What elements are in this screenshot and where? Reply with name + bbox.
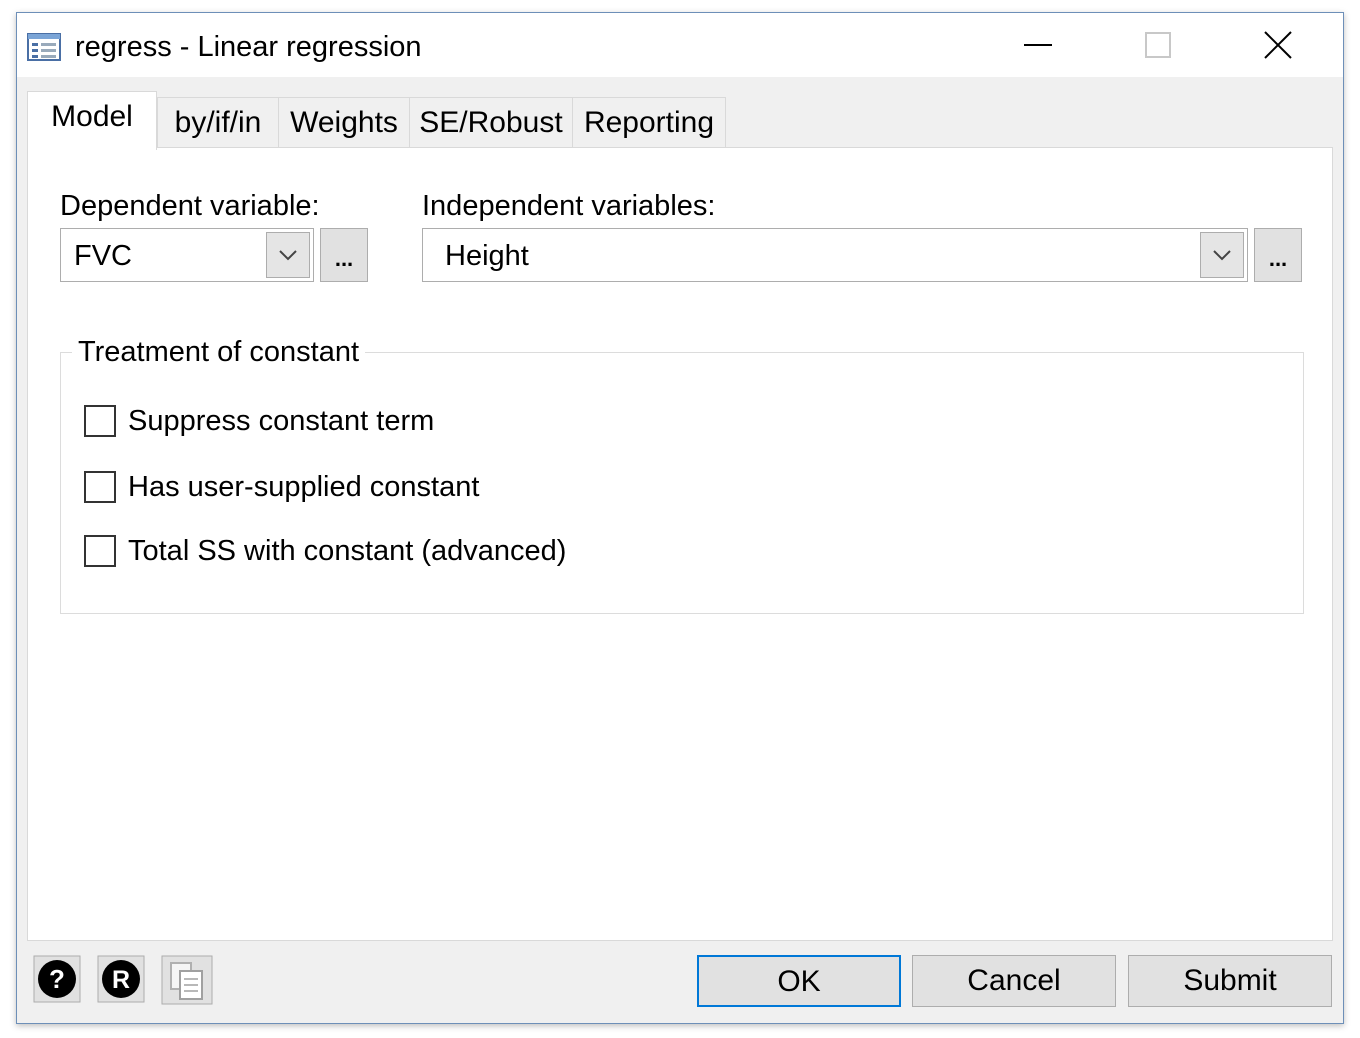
suppress-constant-label: Suppress constant term [128,405,435,437]
group-title: Treatment of constant [72,334,366,370]
total-ss-checkbox[interactable] [84,535,116,567]
cancel-button[interactable]: Cancel [912,955,1116,1007]
dependent-browse-button[interactable]: ... [320,228,368,282]
user-supplied-constant-checkbox[interactable] [84,471,116,503]
model-panel: Dependent variable: FVC ... Independent … [27,147,1333,941]
suppress-constant-checkbox[interactable] [84,405,116,437]
dependent-variable-combo[interactable]: FVC [60,228,314,282]
dependent-dropdown-button[interactable] [266,232,310,278]
minimize-icon [1024,44,1052,46]
maximize-button[interactable] [1102,13,1214,77]
chevron-down-icon [1213,250,1231,261]
total-ss-label: Total SS with constant (advanced) [128,535,567,567]
submit-button[interactable]: Submit [1128,955,1332,1007]
tab-weights[interactable]: Weights [278,97,410,148]
copy-command-icon[interactable] [161,955,213,1005]
maximize-icon [1145,32,1171,58]
tab-se-robust[interactable]: SE/Robust [409,97,573,148]
ok-button[interactable]: OK [697,955,901,1007]
close-icon [1264,31,1292,59]
independent-browse-button[interactable]: ... [1254,228,1302,282]
svg-text:R: R [112,966,130,994]
dependent-variable-value: FVC [74,240,132,272]
independent-variables-value: Height [445,240,529,272]
tab-model[interactable]: Model [27,91,157,150]
window-title: regress - Linear regression [75,31,422,63]
independent-variables-combo[interactable]: Height [422,228,1248,282]
independent-dropdown-button[interactable] [1200,232,1244,278]
independent-variables-label: Independent variables: [422,190,716,222]
tab-by-if-in[interactable]: by/if/in [157,97,279,148]
close-button[interactable] [1222,13,1334,77]
regress-dialog: regress - Linear regression Model by/if/… [16,12,1344,1024]
reset-icon[interactable]: R [97,955,145,1003]
svg-text:?: ? [49,964,65,994]
user-supplied-constant-label: Has user-supplied constant [128,471,480,503]
chevron-down-icon [279,250,297,261]
tab-reporting[interactable]: Reporting [572,97,726,148]
minimize-button[interactable] [982,13,1094,77]
title-bar: regress - Linear regression [17,13,1343,77]
dialog-icon [27,33,61,61]
dependent-variable-label: Dependent variable: [60,190,320,222]
help-icon[interactable]: ? [33,955,81,1003]
